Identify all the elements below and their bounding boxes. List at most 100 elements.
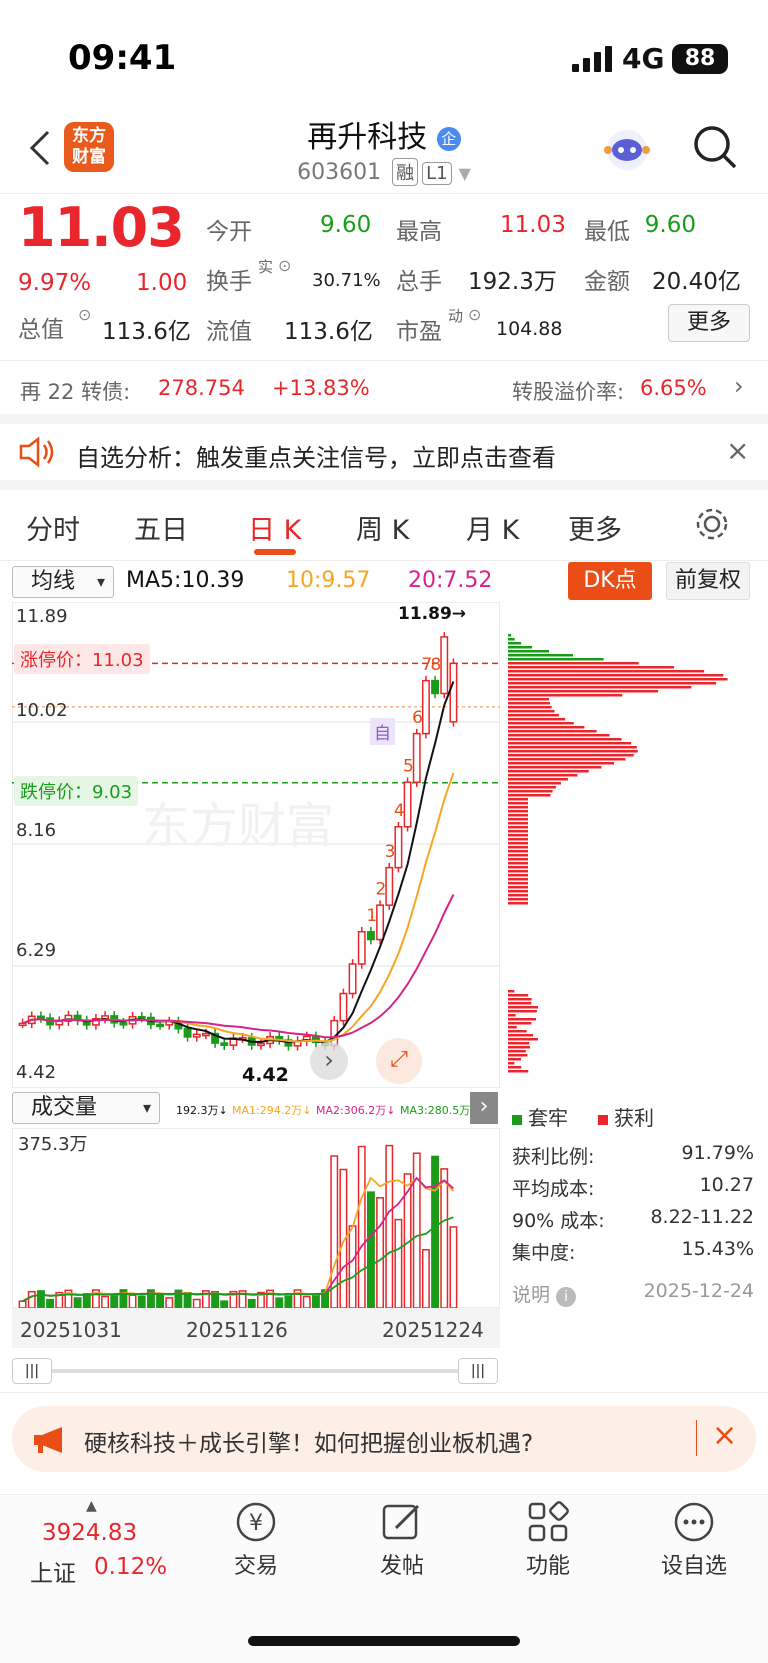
grid-icon [526,1500,570,1544]
nav-post[interactable]: 发帖 [352,1500,452,1580]
nav-trade[interactable]: ¥ 交易 [206,1500,306,1580]
chevron-right-icon[interactable]: › [734,372,744,400]
close-icon[interactable]: × [726,434,749,467]
tab-month-k[interactable]: 月 K [466,508,519,547]
pe-label: 市盈 [396,312,442,346]
vol-ma1: MA1:294.2万↓ [232,1102,311,1118]
candle-body [395,827,401,868]
chip-bar [508,1022,531,1025]
low-label: 最低 [584,212,630,246]
chip-bar [508,798,528,801]
volume-bar [377,1198,383,1308]
chip-bar [508,790,553,793]
index-pct: 0.12% [94,1554,167,1580]
search-icon[interactable] [692,124,738,170]
tab-day-k[interactable]: 日 K [248,508,301,547]
chip-bar [508,1054,527,1057]
more-button[interactable]: 更多 [668,304,750,342]
limit-up-label: 涨停价：11.03 [14,644,150,674]
chevron-right-icon[interactable]: › [310,1042,348,1080]
chip-bar [508,746,637,749]
vol-ma2: MA2:306.2万↓ [316,1102,395,1118]
banner-close-icon[interactable]: × [712,1418,737,1453]
chip-bar [508,782,561,785]
min-price-marker: 4.42 [242,1064,289,1086]
chip-bar [508,802,528,805]
sequence-mark-4: 4 [394,801,405,821]
legend-profit: 获利 [598,1102,654,1131]
chevron-down-icon[interactable]: ▼ [459,164,471,183]
chip-bar [508,826,528,829]
network-label: 4G [622,42,664,75]
volume-bar [19,1301,25,1308]
tab-week-k[interactable]: 周 K [356,508,409,547]
range-scrollbar[interactable]: ||| ||| [12,1358,500,1384]
chip-bar [508,1038,538,1041]
enterprise-badge-icon: 企 [437,127,461,151]
promo-banner[interactable]: 硬核科技＋成长引擎！如何把握创业板机遇? × [12,1406,756,1472]
settings-gear-icon[interactable] [694,506,730,542]
tab-more[interactable]: 更多 [568,508,622,547]
chip-bar [508,874,528,877]
fullscreen-icon[interactable]: ⤢ [376,1038,422,1084]
candle-body [432,681,438,694]
chip-bar [508,638,515,641]
chip-bar [508,718,565,721]
chip-bar [508,810,528,813]
collapse-arrow-icon[interactable]: › [470,1092,498,1124]
chip-bar [508,770,589,773]
tab-five-day[interactable]: 五日 [134,508,188,547]
chip-bar [508,994,528,997]
kline-chart[interactable]: 东方财富 123456789 [12,602,500,1088]
notice-text[interactable]: 自选分析：触发重点关注信号，立即点击查看 [76,438,556,473]
chip-bar [508,822,528,825]
index-value[interactable]: 3924.83 [42,1520,137,1546]
date-label-end: 20251224 [382,1318,484,1342]
volume-select[interactable]: 成交量 [12,1092,160,1124]
ma-select[interactable]: 均线 [12,566,114,598]
range-handle-left[interactable]: ||| [12,1358,52,1384]
chip-bar [508,706,552,709]
info-icon[interactable]: ⊙ [78,305,91,324]
info-icon[interactable]: i [556,1287,576,1307]
legend-trap: 套牢 [512,1102,568,1131]
float-label: 流值 [206,312,252,346]
volume-bar [129,1295,135,1308]
chip-bar [508,698,549,701]
open-value: 9.60 [320,212,371,238]
restore-button[interactable]: 前复权 [666,562,750,600]
profit-ratio-label: 获利比例: [512,1142,594,1169]
volume-bar [441,1169,447,1308]
chips-note[interactable]: 说明 i [512,1280,576,1307]
vol-max-label: 375.3万 [18,1130,88,1156]
dk-point-button[interactable]: DK点 [568,562,652,600]
chip-bar [508,1046,530,1049]
ma5-value: MA5:10.39 [126,568,244,593]
range-handle-right[interactable]: ||| [458,1358,498,1384]
tab-minute[interactable]: 分时 [26,508,80,547]
index-name[interactable]: 上证 [30,1554,76,1588]
float-value: 113.6亿 [284,312,373,346]
turnover-info-icon[interactable]: ⊙ [278,256,291,275]
turnover-value: 30.71% [312,270,381,291]
nav-add-watchlist[interactable]: 设自选 [644,1500,744,1580]
sequence-mark-8: 8 [431,655,442,675]
volume-bar [84,1294,90,1308]
chip-bar [508,1018,536,1021]
robot-assistant-icon[interactable] [600,124,654,174]
volume-bar [368,1192,374,1308]
candle-body [450,663,456,722]
volume-bar [450,1227,456,1308]
nav-function[interactable]: 功能 [498,1500,598,1580]
volume-bar [414,1153,420,1308]
pe-info-icon[interactable]: ⊙ [468,305,481,324]
candle-body [349,964,355,994]
status-time: 09:41 [68,38,176,78]
bond-label[interactable]: 再 22 转债: [20,376,130,406]
chip-bar [508,990,514,993]
volume-bar [74,1298,80,1308]
chip-bar [508,1002,531,1005]
tab-underline [254,549,296,555]
self-select-tag: 自 [370,718,395,745]
chip-bar [508,690,658,693]
